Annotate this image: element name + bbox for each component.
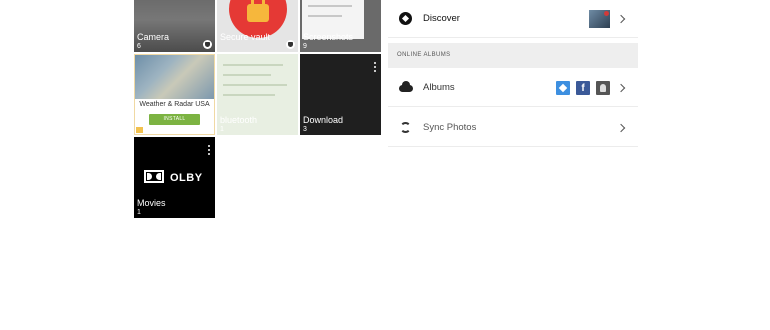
dolby-mark-icon [144,170,164,183]
album-count: 9 [303,43,307,50]
storage-badge-icon [286,40,295,49]
menu-item-label: Sync Photos [423,122,477,133]
thumb-line [308,15,342,17]
album-label: bluetooth [220,115,258,125]
album-tile-movies[interactable]: OLBY Movies 1 [134,137,215,218]
album-tile-bluetooth[interactable]: bluetooth 1 [217,54,298,135]
dolby-logo: OLBY [144,170,203,184]
thumb-line [223,74,271,76]
album-label: Secure vault [220,32,271,42]
ad-app-name: Weather & Radar USA [139,101,210,108]
sync-icon-wrap [399,121,413,135]
more-vert-icon[interactable] [374,62,376,72]
contacts-icon[interactable] [596,80,610,95]
sync-icon [400,121,411,133]
ad-indicator-icon [136,127,143,133]
thumb-line [308,5,352,7]
menu-item-label: Discover [423,13,460,24]
menu-item-discover[interactable]: Discover [388,0,638,38]
lock-body [247,4,269,22]
thumb-line [223,64,283,66]
thumb-line [223,94,275,96]
album-count: 3 [303,126,307,133]
album-tile-screenshots[interactable]: Screenshots 9 [300,0,381,52]
dolby-text: OLBY [170,172,203,184]
menu-item-albums[interactable]: Albums f [388,69,638,107]
album-count: 6 [137,43,141,50]
facebook-icon[interactable]: f [576,80,590,95]
discover-icon [399,11,412,25]
album-label: Download [303,115,344,125]
install-button[interactable]: INSTALL [149,114,200,125]
album-count: 1 [220,126,224,133]
ad-tile-weather[interactable]: Weather & Radar USA INSTALL [134,54,215,135]
thumb-line [223,84,287,86]
album-grid: Camera 6 Secure vault Screenshots 9 Weat… [134,0,382,220]
album-tile-secure-vault[interactable]: Secure vault [217,0,298,52]
discover-thumbnail [589,9,610,28]
album-label: Movies [137,198,166,208]
album-tile-download[interactable]: Download 3 [300,54,381,135]
discover-icon-wrap [399,11,413,26]
more-vert-icon[interactable] [208,145,210,155]
album-label: Camera [137,32,170,42]
weather-map-image [135,55,214,99]
section-header-online-albums: ONLINE ALBUMS [388,43,638,68]
storage-badge-icon [203,40,212,49]
cloud-icon [399,80,413,92]
album-count: 1 [137,209,141,216]
menu-panel: Discover ONLINE ALBUMS Albums f Sync Pho… [388,0,638,148]
dropbox-icon[interactable] [556,80,570,95]
menu-item-label: Albums [423,82,455,93]
chevron-right-icon [616,83,626,92]
chevron-right-icon [616,14,626,23]
chevron-right-icon [616,123,626,132]
album-tile-camera[interactable]: Camera 6 [134,0,215,52]
album-label: Screenshots [303,32,354,42]
cloud-icon-wrap [399,80,413,95]
menu-item-sync-photos[interactable]: Sync Photos [388,109,638,147]
